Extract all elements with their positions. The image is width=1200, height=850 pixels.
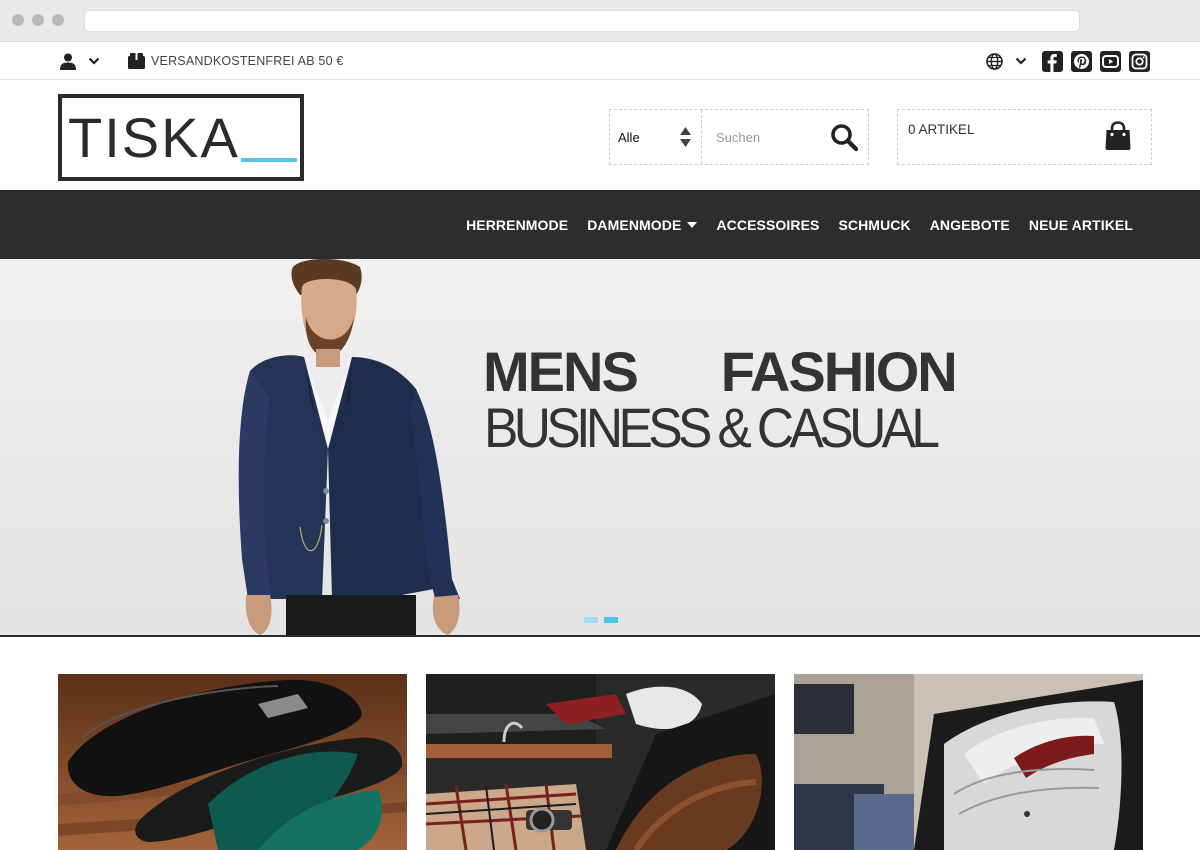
shirts-image — [794, 674, 1143, 850]
browser-chrome — [0, 0, 1200, 42]
search-input[interactable] — [716, 129, 816, 145]
chevron-down-icon — [88, 57, 100, 65]
search-icon[interactable] — [830, 123, 858, 151]
globe-icon — [986, 52, 1003, 70]
nav-item-label: NEUE ARTIKEL — [1028, 216, 1133, 233]
close-window-button[interactable] — [12, 14, 24, 26]
cart-label: 0 ARTIKEL — [908, 122, 975, 137]
nav-item-angebote[interactable]: ANGEBOTE — [930, 217, 1010, 233]
hero-subtitle: BUSINESS & CASUAL — [484, 396, 940, 459]
slider-pagination — [584, 617, 618, 623]
accessories-image — [426, 674, 775, 850]
nav-item-label: SCHMUCK — [838, 216, 911, 233]
nav-item-label: ACCESSOIRES — [716, 216, 820, 233]
shipping-text: VERSANDKOSTENFREI AB 50 € — [151, 54, 344, 68]
nav-item-label: ANGEBOTE — [929, 216, 1010, 233]
page: VERSANDKOSTENFREI AB 50 € TISKA Alle Suc… — [0, 42, 1200, 850]
maximize-window-button[interactable] — [52, 14, 64, 26]
nav-item-neue-artikel[interactable]: NEUE ARTIKEL — [1029, 217, 1133, 233]
hero-slider[interactable]: MENS FASHION BUSINESS & CASUAL — [0, 259, 1200, 637]
window-controls — [12, 14, 64, 26]
address-bar[interactable] — [84, 10, 1080, 32]
search-field-wrapper — [702, 110, 868, 164]
hero-title-right: FASHION — [720, 340, 958, 403]
nav-item-label: HERRENMODE — [466, 216, 569, 233]
facebook-icon[interactable] — [1042, 50, 1063, 72]
caret-down-icon — [687, 221, 698, 228]
slider-dot-active[interactable] — [604, 617, 618, 623]
logo-text: TISKA — [68, 106, 240, 169]
top-bar: VERSANDKOSTENFREI AB 50 € — [0, 42, 1200, 80]
hero-title-left: MENS — [483, 340, 639, 403]
slider-dot[interactable] — [584, 617, 598, 623]
nav-item-accessoires[interactable]: ACCESSOIRES — [716, 217, 819, 233]
search-bar: Alle — [609, 109, 869, 165]
nav-item-herrenmode[interactable]: HERRENMODE — [466, 217, 568, 233]
chevron-down-icon — [1015, 57, 1027, 65]
shopping-bag-icon — [1105, 121, 1131, 150]
nav-item-label: DAMENMODE — [587, 216, 682, 233]
category-tile-shirts[interactable] — [794, 674, 1143, 850]
instagram-icon[interactable] — [1129, 50, 1150, 72]
youtube-icon[interactable] — [1100, 50, 1121, 72]
box-icon — [128, 53, 145, 69]
nav-item-schmuck[interactable]: SCHMUCK — [838, 217, 910, 233]
logo-underline — [241, 158, 297, 162]
user-icon — [60, 53, 76, 70]
main-navigation: HERRENMODE DAMENMODE ACCESSOIRES SCHMUCK… — [0, 190, 1200, 259]
minimize-window-button[interactable] — [32, 14, 44, 26]
pinterest-icon[interactable] — [1071, 50, 1092, 72]
search-category-value: Alle — [618, 129, 640, 145]
category-tile-shoes[interactable] — [58, 674, 407, 850]
category-tiles — [58, 674, 1143, 850]
social-links — [1042, 42, 1150, 80]
site-logo[interactable]: TISKA — [58, 94, 304, 181]
search-category-select[interactable]: Alle — [610, 110, 702, 164]
language-menu[interactable] — [986, 42, 1027, 80]
account-menu[interactable] — [60, 42, 100, 80]
hero-title: MENS FASHION — [483, 340, 958, 403]
sort-arrows-icon — [680, 127, 691, 147]
shipping-info: VERSANDKOSTENFREI AB 50 € — [128, 42, 344, 80]
hero-model-image — [238, 259, 460, 635]
cart-widget[interactable]: 0 ARTIKEL — [897, 109, 1152, 165]
nav-item-damenmode[interactable]: DAMENMODE — [587, 216, 698, 233]
shoes-tie-image — [58, 674, 407, 850]
category-tile-accessories[interactable] — [426, 674, 775, 850]
